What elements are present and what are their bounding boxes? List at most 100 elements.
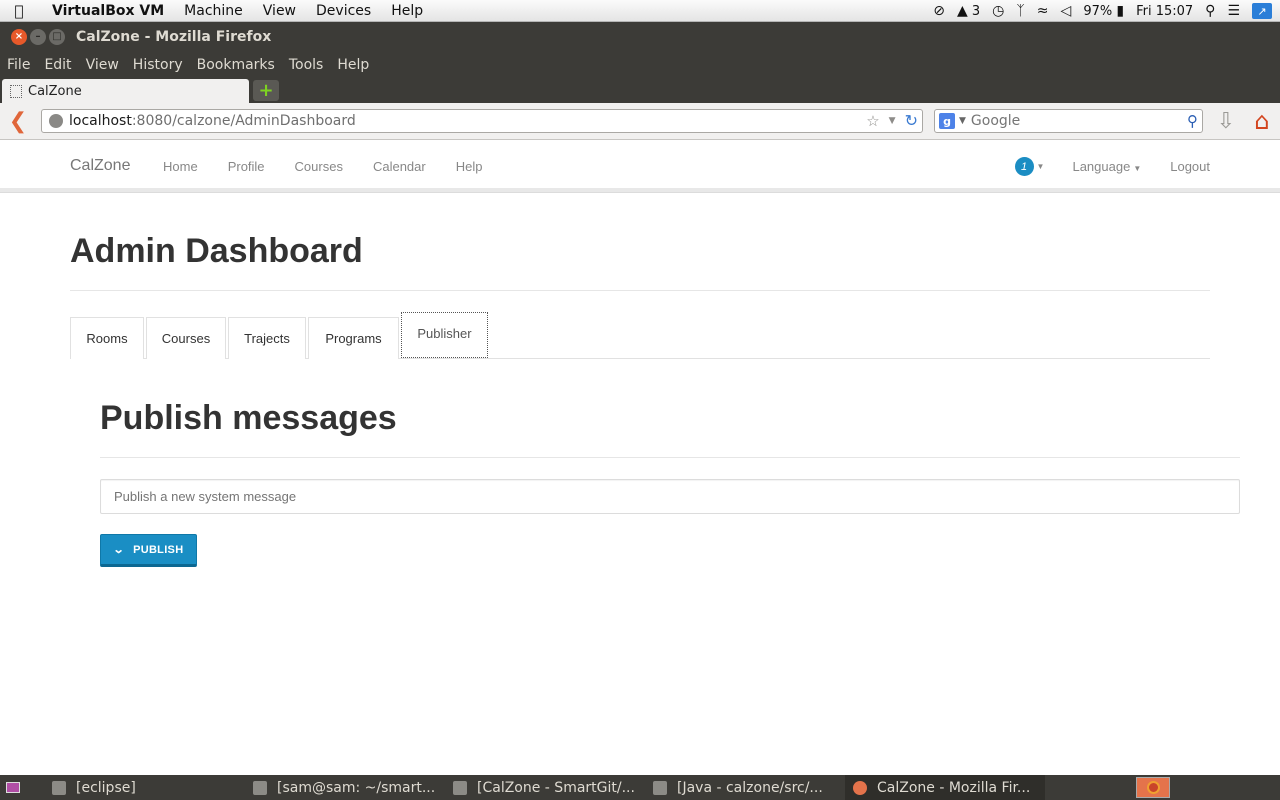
chevron-down-icon: ⌄ [112,544,125,556]
publish-button-label: PUBLISH [133,543,184,556]
task-label: CalZone - Mozilla Fir... [877,779,1031,796]
system-message-input[interactable] [100,479,1240,514]
task-eclipse[interactable]: [eclipse] [44,775,244,800]
mac-status-area: ⊘ ▲ 3 ◷ ᛉ ≈ ◁ 97% ▮ Fri 15:07 ⚲ ☰ ↗ [933,0,1272,22]
clock[interactable]: Fri 15:07 [1136,4,1193,19]
nav-home[interactable]: Home [163,159,198,174]
time-machine-icon[interactable]: ◷ [992,3,1004,19]
close-window-icon[interactable]: × [11,29,27,45]
battery-percent: 97% [1083,4,1113,19]
nav-courses[interactable]: Courses [295,159,343,174]
reload-icon[interactable]: ↻ [905,111,918,130]
tab-courses[interactable]: Courses [146,317,226,359]
browser-nav-toolbar: ❮ localhost:8080/calzone/AdminDashboard … [0,103,1280,140]
battery-status[interactable]: 97% ▮ [1083,3,1124,19]
task-java[interactable]: [Java - calzone/src/... [645,775,842,800]
nav-profile[interactable]: Profile [228,159,265,174]
smartgit-app-icon [453,780,467,795]
adobe-count: 3 [971,4,981,19]
page-viewport: CalZone Home Profile Courses Calendar He… [0,141,1280,775]
terminal-app-icon [253,780,267,795]
firefox-app-icon [853,780,867,795]
spotlight-search-icon[interactable]: ⚲ [1205,3,1215,19]
window-titlebar: × – □ CalZone - Mozilla Firefox [0,22,1280,52]
adobe-icon: ▲ [956,3,968,19]
search-magnifier-icon[interactable]: ⚲ [1187,112,1198,130]
fullscreen-icon[interactable]: ↗ [1252,3,1272,19]
menu-view[interactable]: View [79,57,126,73]
task-label: [eclipse] [76,779,136,796]
mac-menu-bar:  VirtualBox VM Machine View Devices Hel… [0,0,1280,22]
mac-menu-machine[interactable]: Machine [174,3,253,19]
new-tab-plus-icon[interactable]: + [253,80,279,101]
app-brand[interactable]: CalZone [70,157,130,175]
url-bar[interactable]: localhost:8080/calzone/AdminDashboard ☆ … [41,109,923,133]
mac-app-name[interactable]: VirtualBox VM [38,3,174,19]
notification-badge: 1 [1014,157,1034,176]
menu-help[interactable]: Help [330,57,376,73]
task-terminal[interactable]: [sam@sam: ~/smart... [245,775,442,800]
app-nav-links: Home Profile Courses Calendar Help [163,159,482,174]
taskbar: [eclipse] [sam@sam: ~/smart... [CalZone … [0,775,1280,800]
search-bar[interactable]: g ▼ ⚲ [934,109,1203,133]
mac-menu-devices[interactable]: Devices [306,3,381,19]
task-smartgit[interactable]: [CalZone - SmartGit/... [445,775,642,800]
section-divider [100,457,1240,458]
back-arrow-icon[interactable]: ❮ [6,109,30,134]
task-firefox[interactable]: CalZone - Mozilla Fir... [845,775,1045,800]
maximize-window-icon[interactable]: □ [49,29,65,45]
nav-calendar[interactable]: Calendar [373,159,426,174]
tab-trajects[interactable]: Trajects [228,317,306,359]
home-icon[interactable]: ⌂ [1248,107,1276,135]
task-label: [CalZone - SmartGit/... [477,779,635,796]
volume-icon[interactable]: ◁ [1061,3,1072,19]
site-identity-globe-icon[interactable] [49,114,63,128]
adobe-status[interactable]: ▲ 3 [957,3,980,19]
section-title: Publish messages [100,399,397,437]
tray-firefox-icon[interactable] [1136,777,1170,798]
menu-edit[interactable]: Edit [37,57,78,73]
menu-bookmarks[interactable]: Bookmarks [190,57,282,73]
search-engine-dropdown-icon[interactable]: ▼ [959,116,966,126]
search-input[interactable] [970,113,1171,129]
mac-menu-view[interactable]: View [253,3,306,19]
app-nav-right: 1 ▼ Language ▼ Logout [1014,157,1210,176]
page-title: Admin Dashboard [70,232,363,270]
task-label: [Java - calzone/src/... [677,779,823,796]
language-label: Language [1072,159,1131,174]
show-desktop-icon[interactable] [0,775,25,800]
page-favicon-icon [10,84,22,98]
bookmark-star-icon[interactable]: ☆ [866,112,879,130]
menu-tools[interactable]: Tools [282,57,331,73]
tab-rooms[interactable]: Rooms [70,317,144,359]
do-not-disturb-icon[interactable]: ⊘ [933,3,945,19]
apple-icon[interactable]:  [0,2,38,20]
google-engine-icon[interactable]: g [939,113,955,129]
url-history-dropdown-icon[interactable]: ▼ [889,116,896,126]
nav-help[interactable]: Help [456,159,483,174]
tab-programs[interactable]: Programs [308,317,399,359]
chevron-down-icon: ▼ [1133,164,1142,173]
window-controls: × – □ [0,29,70,45]
bluetooth-icon[interactable]: ᛉ [1016,3,1024,19]
menu-file[interactable]: File [0,57,37,73]
dashboard-tabs: Rooms Courses Trajects Programs Publishe… [70,312,1210,359]
url-bar-tools: ☆ ▼ ↻ [866,111,918,130]
minimize-window-icon[interactable]: – [30,29,46,45]
eclipse-app-icon [52,780,66,795]
language-dropdown[interactable]: Language ▼ [1072,159,1141,174]
mac-menu-help[interactable]: Help [381,3,433,19]
notifications-dropdown[interactable]: 1 ▼ [1014,157,1044,176]
downloads-arrow-icon[interactable]: ⇩ [1214,108,1238,134]
notification-list-icon[interactable]: ☰ [1227,3,1240,19]
title-divider [70,290,1210,291]
wifi-icon[interactable]: ≈ [1037,3,1049,19]
browser-menu-bar: File Edit View History Bookmarks Tools H… [0,52,1280,77]
menu-history[interactable]: History [126,57,190,73]
publish-button[interactable]: ⌄ PUBLISH [100,534,197,567]
logout-link[interactable]: Logout [1170,159,1210,174]
window-title: CalZone - Mozilla Firefox [76,29,272,45]
tab-publisher[interactable]: Publisher [401,312,488,358]
browser-tab-calzone[interactable]: CalZone [2,79,249,103]
app-navbar: CalZone Home Profile Courses Calendar He… [0,141,1280,192]
